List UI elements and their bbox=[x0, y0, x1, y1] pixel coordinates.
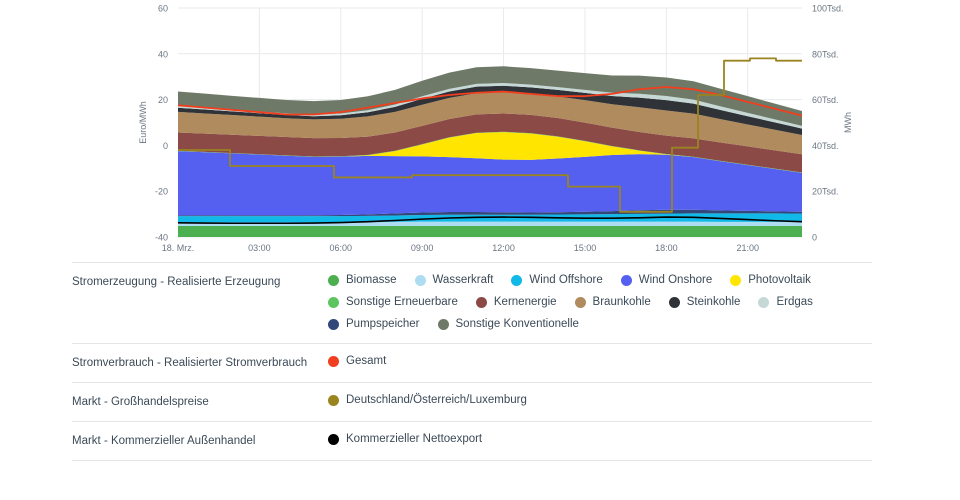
x-axis-tick-label: 21:00 bbox=[736, 243, 759, 253]
legend-item[interactable]: Kernenergie bbox=[475, 295, 557, 309]
y-axis-left-tick-label: 60 bbox=[158, 4, 168, 14]
x-axis-tick-label: 09:00 bbox=[411, 243, 434, 253]
legend-group: Markt - Großhandelspreise Deutschland/Öst… bbox=[72, 382, 872, 421]
y-axis-left-tick-label: 20 bbox=[158, 95, 168, 105]
legend-item[interactable]: Wind Onshore bbox=[620, 273, 713, 287]
legend-color-dot-icon bbox=[328, 394, 339, 406]
legend-item[interactable]: Sonstige Konventionelle bbox=[437, 317, 579, 331]
legend-color-dot-icon bbox=[328, 274, 339, 286]
y-axis-right-tick-label: 20Tsd. bbox=[812, 187, 839, 197]
y-axis-right-tick-label: 60Tsd. bbox=[812, 95, 839, 105]
legend-item-label: Kommerzieller Nettoexport bbox=[346, 433, 483, 445]
legend-item-list: Deutschland/Österreich/Luxemburg bbox=[328, 393, 872, 407]
legend-color-dot-icon bbox=[475, 296, 487, 308]
legend-item[interactable]: Deutschland/Österreich/Luxemburg bbox=[328, 393, 527, 407]
legend-color-dot-icon bbox=[574, 296, 586, 308]
legend-item[interactable]: Pumpspeicher bbox=[328, 317, 420, 331]
legend-group: Markt - Kommerzieller Außenhandel Kommerz… bbox=[72, 421, 872, 461]
x-axis-tick-label: 12:00 bbox=[492, 243, 515, 253]
legend-item-label: Pumpspeicher bbox=[346, 318, 420, 330]
legend-color-dot-icon bbox=[414, 274, 426, 286]
legend-color-dot-icon bbox=[511, 274, 523, 286]
energy-chart-page: 60 40 20 0 -20 -40 100Tsd. 80Tsd. 60Tsd. 40Tsd. 20… bbox=[0, 0, 960, 500]
legend-item[interactable]: Steinkohle bbox=[668, 295, 741, 309]
legend-item-label: Photovoltaik bbox=[748, 274, 811, 286]
legend-group: Stromerzeugung - Realisierte Erzeugung Bi… bbox=[72, 262, 872, 343]
chart-legend: Stromerzeugung - Realisierte Erzeugung Bi… bbox=[72, 262, 872, 461]
legend-item-label: Sonstige Konventionelle bbox=[455, 318, 579, 330]
y-axis-right-title: MWh bbox=[843, 112, 853, 133]
y-axis-left-tick-label: -20 bbox=[155, 187, 168, 197]
legend-item-list: Gesamt bbox=[328, 354, 872, 368]
legend-item-list: Kommerzieller Nettoexport bbox=[328, 432, 872, 446]
y-axis-right-tick-label: 100Tsd. bbox=[812, 4, 844, 14]
legend-item[interactable]: Braunkohle bbox=[574, 295, 651, 309]
y-axis-left-tick-label: 0 bbox=[163, 141, 168, 151]
legend-item-label: Erdgas bbox=[776, 296, 813, 308]
legend-color-dot-icon bbox=[437, 318, 449, 330]
legend-color-dot-icon bbox=[328, 433, 339, 445]
chart-area[interactable]: 60 40 20 0 -20 -40 100Tsd. 80Tsd. 60Tsd. 40Tsd. 20… bbox=[0, 0, 960, 256]
legend-item[interactable]: Gesamt bbox=[328, 354, 386, 368]
legend-item[interactable]: Sonstige Erneuerbare bbox=[328, 295, 458, 309]
legend-item-label: Kernenergie bbox=[493, 296, 557, 308]
y-axis-left-title: Euro/MWh bbox=[138, 101, 148, 144]
legend-item-label: Deutschland/Österreich/Luxemburg bbox=[346, 394, 527, 406]
legend-item[interactable]: Erdgas bbox=[758, 295, 813, 309]
legend-category-label: Stromerzeugung - Realisierte Erzeugung bbox=[72, 276, 281, 288]
legend-item-label: Steinkohle bbox=[686, 296, 741, 308]
y-axis-left-tick-label: 40 bbox=[158, 49, 168, 59]
legend-item-label: Gesamt bbox=[346, 355, 387, 367]
legend-item-label: Wind Offshore bbox=[529, 274, 603, 286]
legend-item-label: Biomasse bbox=[346, 274, 397, 286]
legend-color-dot-icon bbox=[730, 274, 742, 286]
legend-color-dot-icon bbox=[758, 296, 770, 308]
legend-color-dot-icon bbox=[668, 296, 680, 308]
y-axis-left-tick-label: -40 bbox=[155, 233, 168, 243]
legend-item[interactable]: Kommerzieller Nettoexport bbox=[328, 432, 482, 446]
legend-color-dot-icon bbox=[328, 355, 339, 367]
legend-item[interactable]: Wind Offshore bbox=[511, 273, 603, 287]
legend-color-dot-icon bbox=[328, 318, 339, 330]
legend-group: Stromverbrauch - Realisierter Stromverbr… bbox=[72, 343, 872, 382]
legend-item-label: Wind Onshore bbox=[638, 274, 713, 286]
legend-item[interactable]: Wasserkraft bbox=[414, 273, 494, 287]
legend-item[interactable]: Photovoltaik bbox=[730, 273, 811, 287]
legend-category-label: Stromverbrauch - Realisierter Stromverbr… bbox=[72, 357, 308, 369]
legend-category-label: Markt - Großhandelspreise bbox=[72, 396, 209, 408]
x-axis-tick-label: 18:00 bbox=[655, 243, 678, 253]
x-axis-tick-label: 03:00 bbox=[248, 243, 271, 253]
legend-item-label: Sonstige Erneuerbare bbox=[346, 296, 458, 308]
legend-item-label: Wasserkraft bbox=[432, 274, 494, 286]
legend-item[interactable]: Biomasse bbox=[328, 273, 397, 287]
legend-item-label: Braunkohle bbox=[592, 296, 651, 308]
x-axis-tick-label: 06:00 bbox=[330, 243, 353, 253]
x-axis-tick-label: 18. Mrz. bbox=[162, 243, 195, 253]
legend-category-label: Markt - Kommerzieller Außenhandel bbox=[72, 435, 256, 447]
legend-item-list: Biomasse Wasserkraft Wind Offshore Wind Ons… bbox=[328, 273, 872, 339]
stacked-area-chart[interactable]: 60 40 20 0 -20 -40 100Tsd. 80Tsd. 60Tsd. 40Tsd. 20… bbox=[0, 0, 960, 256]
area-series-wind-onshore[interactable] bbox=[178, 151, 802, 216]
x-axis-tick-label: 15:00 bbox=[574, 243, 597, 253]
legend-color-dot-icon bbox=[620, 274, 632, 286]
y-axis-right-tick-label: 0 bbox=[812, 233, 817, 243]
legend-color-dot-icon bbox=[328, 296, 339, 308]
area-series-biomasse[interactable] bbox=[178, 226, 802, 237]
y-axis-right-tick-label: 80Tsd. bbox=[812, 49, 839, 59]
y-axis-right-tick-label: 40Tsd. bbox=[812, 141, 839, 151]
